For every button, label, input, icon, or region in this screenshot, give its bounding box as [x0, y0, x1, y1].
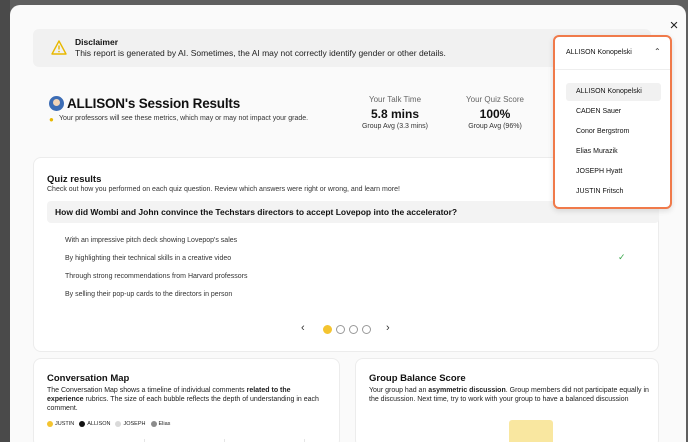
cm-text-b: rubrics. The size of each bubble reflect… [47, 396, 319, 412]
metric-group-avg: Group Avg (3.3 mins) [361, 123, 428, 130]
dropdown-option[interactable]: CADEN Sauer [566, 103, 661, 121]
lightbulb-icon: ● [49, 115, 54, 124]
dropdown-selected-value[interactable]: ALLISON Konopelski [566, 49, 632, 56]
background-page-edge [0, 0, 10, 442]
dropdown-divider [555, 69, 670, 70]
dropdown-option[interactable]: Elias Murazik [566, 143, 661, 161]
balance-chart-bar [509, 420, 553, 442]
conversation-map-legend: JUSTIN ALLISON JOSEPH Elias [47, 421, 170, 427]
warning-icon [51, 40, 67, 55]
metric-value: 100% [479, 107, 511, 121]
pager-dot-2[interactable] [336, 325, 345, 334]
chevron-up-icon[interactable]: ⌃ [654, 47, 661, 56]
metric-group-avg: Group Avg (96%) [468, 123, 522, 130]
conversation-map-description: The Conversation Map shows a timeline of… [47, 386, 322, 413]
dropdown-option[interactable]: JOSEPH Hyatt [566, 163, 661, 181]
session-results-modal: × Disclaimer This report is generated by… [10, 5, 686, 442]
conversation-map-card: Conversation Map The Conversation Map sh… [33, 358, 340, 442]
quiz-answer: By highlighting their technical skills i… [65, 255, 232, 262]
gb-text-bold: asymmetric discussion [428, 387, 506, 394]
metric-label: Your Quiz Score [466, 95, 524, 104]
pager-dot-1[interactable] [323, 325, 332, 334]
group-balance-title: Group Balance Score [369, 373, 466, 384]
quiz-answer: By selling their pop-up cards to the dir… [65, 291, 233, 298]
pager-dot-3[interactable] [349, 325, 358, 334]
quiz-answer: Through strong recommendations from Harv… [65, 273, 248, 280]
legend-swatch [150, 421, 157, 427]
legend-swatch [47, 421, 53, 427]
metric-value: 5.8 mins [370, 107, 420, 121]
conversation-map-title: Conversation Map [47, 373, 130, 384]
quiz-answer: With an impressive pitch deck showing Lo… [65, 237, 238, 244]
group-balance-card: Group Balance Score Your group had an as… [355, 358, 659, 442]
pager-dot-4[interactable] [362, 325, 371, 334]
legend-swatch [79, 421, 86, 427]
legend-label: JOSEPH [123, 421, 146, 427]
legend-swatch [115, 421, 122, 427]
legend-label: Elias [158, 421, 171, 427]
gb-text-a: Your group had an [369, 387, 429, 394]
legend-item: ALLISON [79, 421, 110, 427]
legend-item: JUSTIN [47, 421, 74, 427]
next-question-button[interactable]: › [386, 322, 390, 334]
student-avatar-icon [49, 96, 64, 111]
metric-label: Your Talk Time [368, 95, 422, 104]
legend-item: Elias [150, 421, 171, 427]
disclaimer-text: This report is generated by AI. Sometime… [75, 48, 446, 58]
quiz-subtitle: Check out how you performed on each quiz… [47, 186, 400, 193]
session-note: Your professors will see these metrics, … [59, 115, 309, 122]
disclaimer-title: Disclaimer [75, 37, 118, 47]
close-icon[interactable]: × [667, 18, 681, 33]
talk-time-metric: Your Talk Time 5.8 mins Group Avg (3.3 m… [355, 95, 435, 130]
dropdown-option[interactable]: Conor Bergstrom [566, 123, 661, 141]
correct-check-icon: ✓ [618, 252, 626, 262]
cm-text-a: The Conversation Map shows a timeline of… [47, 387, 247, 394]
student-select-dropdown[interactable]: ALLISON Konopelski ⌃ ALLISON Konopelski … [553, 35, 672, 209]
dropdown-option[interactable]: JUSTIN Fritsch [566, 183, 661, 201]
legend-label: JUSTIN [55, 421, 75, 427]
quiz-title: Quiz results [47, 174, 102, 185]
group-balance-description: Your group had an asymmetric discussion.… [369, 386, 649, 404]
prev-question-button[interactable]: ‹ [301, 322, 305, 334]
dropdown-option[interactable]: ALLISON Konopelski [566, 83, 661, 101]
legend-item: JOSEPH [115, 421, 146, 427]
quiz-score-metric: Your Quiz Score 100% Group Avg (96%) [455, 95, 535, 130]
legend-label: ALLISON [87, 421, 111, 427]
page-title: ALLISON's Session Results [67, 96, 241, 111]
